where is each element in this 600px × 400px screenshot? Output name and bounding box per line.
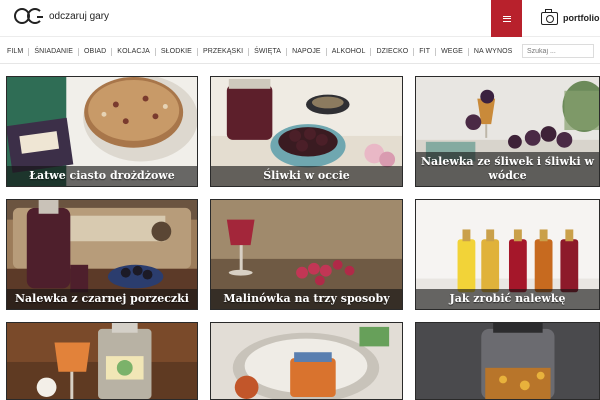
post-card-czarna-porzeczka[interactable]: Nalewka z czarnej porzeczki <box>6 199 198 310</box>
post-card[interactable] <box>210 322 403 400</box>
post-card-nalewka-ze-sliwek[interactable]: Nalewka ze śliwek i śliwki w wódce <box>415 76 600 187</box>
post-card-jak-zrobic-nalewke[interactable]: Jak zrobić nalewkę <box>415 199 600 310</box>
liqueur-bottle-photo <box>7 323 197 399</box>
portfolio-link[interactable]: portfolio <box>541 8 600 26</box>
card-title[interactable]: Jak zrobić nalewkę <box>416 289 599 309</box>
post-card[interactable] <box>415 322 600 400</box>
nav-item-slodkie[interactable]: SŁODKIE <box>154 48 197 56</box>
nav-item-fit[interactable]: FIT <box>413 48 435 56</box>
card-title[interactable]: Śliwki w occie <box>211 166 402 186</box>
post-card-sliwki-w-occie[interactable]: Śliwki w occie <box>210 76 403 187</box>
hamburger-icon <box>502 15 511 22</box>
post-card-ciasto[interactable]: Łatwe ciasto drożdżowe <box>6 76 198 187</box>
camera-icon <box>541 8 558 25</box>
nav-item-przekaski[interactable]: PRZEKĄSKI <box>196 48 248 56</box>
post-card[interactable] <box>6 322 198 400</box>
nav-item-na-wynos[interactable]: NA WYNOS <box>467 48 518 56</box>
site-name[interactable]: odczaruj gary <box>49 11 109 22</box>
card-title[interactable]: Łatwe ciasto drożdżowe <box>7 166 197 186</box>
nav-item-kolacja[interactable]: KOLACJA <box>111 48 155 56</box>
nav-item-dziecko[interactable]: DZIECKO <box>370 48 413 56</box>
nav-item-film[interactable]: FILM <box>5 48 28 56</box>
jar-liqueur-photo <box>416 323 599 399</box>
nav-item-wege[interactable]: WEGE <box>435 48 468 56</box>
preserves-photo <box>211 323 402 399</box>
category-nav: FILM ŚNIADANIE OBIAD KOLACJA SŁODKIE PRZ… <box>0 40 600 64</box>
nav-item-obiad[interactable]: OBIAD <box>78 48 111 56</box>
nav-item-alkohol[interactable]: ALKOHOL <box>325 48 371 56</box>
og-logo-icon[interactable] <box>14 8 46 26</box>
search-input[interactable] <box>522 44 594 58</box>
nav-item-napoje[interactable]: NAPOJE <box>286 48 326 56</box>
nav-item-swieta[interactable]: ŚWIĘTA <box>248 48 286 56</box>
portfolio-label: portfolio <box>563 13 600 23</box>
site-header: odczaruj gary portfolio <box>0 0 600 37</box>
nav-item-sniadanie[interactable]: ŚNIADANIE <box>28 48 78 56</box>
hamburger-menu-button[interactable] <box>491 0 522 37</box>
card-title[interactable]: Nalewka ze śliwek i śliwki w wódce <box>416 152 599 186</box>
card-title[interactable]: Nalewka z czarnej porzeczki <box>7 289 197 309</box>
card-title[interactable]: Malinówka na trzy sposoby <box>211 289 402 309</box>
post-card-malinowka[interactable]: Malinówka na trzy sposoby <box>210 199 403 310</box>
